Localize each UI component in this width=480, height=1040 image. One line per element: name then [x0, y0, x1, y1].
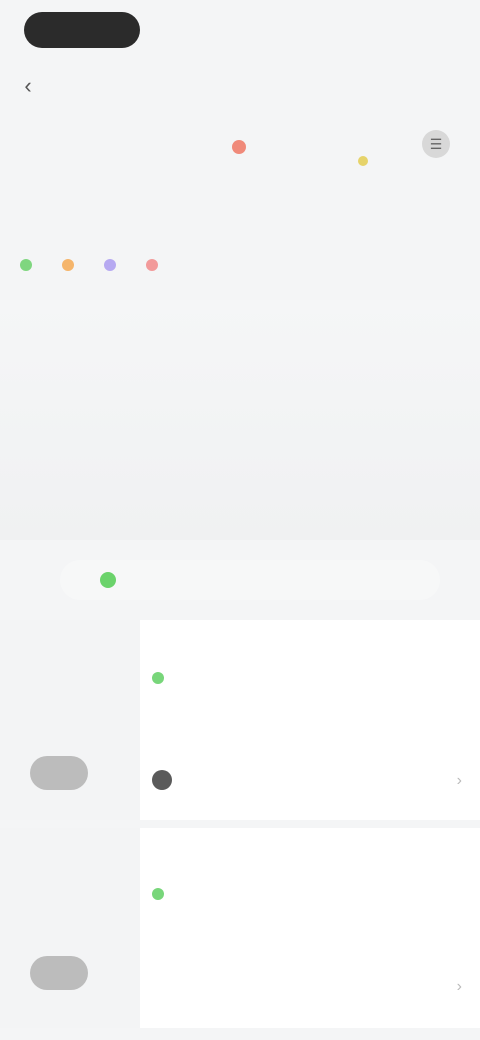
card-thumbnail — [0, 620, 140, 820]
avatar — [30, 756, 88, 790]
card-thumbnail — [0, 828, 140, 1028]
card-footer — [152, 770, 180, 790]
chevron-right-icon[interactable]: › — [457, 772, 462, 790]
status-pill — [24, 12, 140, 48]
list-item-card[interactable]: › — [0, 620, 480, 820]
list-item-card[interactable]: › — [0, 828, 480, 1028]
legend-item[interactable] — [62, 259, 80, 271]
back-button[interactable]: ‹ — [16, 73, 40, 98]
avatar — [30, 956, 88, 990]
chevron-right-icon[interactable]: › — [457, 978, 462, 996]
legend-item[interactable] — [20, 259, 38, 271]
legend-dot-pink — [146, 259, 158, 271]
status-badge — [152, 672, 164, 684]
legend-dot-green — [20, 259, 32, 271]
stat-dot-red — [232, 140, 246, 154]
menu-icon[interactable]: ☰ — [422, 130, 450, 158]
legend-item[interactable] — [146, 259, 164, 271]
route-banner[interactable] — [60, 560, 440, 600]
status-bar — [0, 0, 480, 60]
legend — [20, 252, 440, 278]
legend-dot-orange — [62, 259, 74, 271]
user-icon — [152, 770, 172, 790]
legend-item[interactable] — [104, 259, 122, 271]
legend-dot-purple — [104, 259, 116, 271]
route-dot — [100, 572, 116, 588]
stats-row: ☰ — [226, 122, 466, 182]
stat-dot-yellow — [358, 156, 368, 166]
map-area[interactable] — [0, 300, 480, 540]
status-badge — [152, 888, 164, 900]
chevron-left-icon: ‹ — [24, 73, 32, 98]
